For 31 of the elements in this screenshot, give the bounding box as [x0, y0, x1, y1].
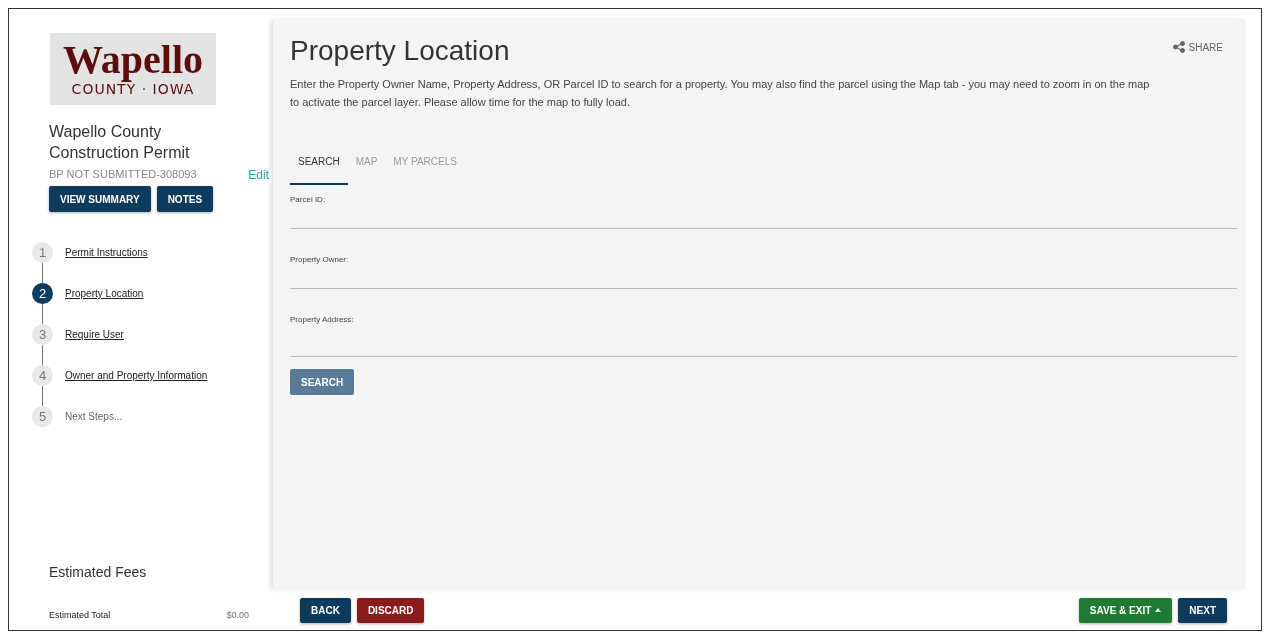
save-exit-button[interactable]: SAVE & EXIT: [1078, 597, 1173, 623]
logo-subtitle: COUNTY · IOWA: [71, 81, 195, 98]
sidebar-button[interactable]: NOTES: [156, 186, 214, 212]
footer-button[interactable]: BACK: [300, 597, 351, 623]
step-link[interactable]: Permit Instructions: [65, 247, 148, 258]
total-label: Estimated Total: [49, 610, 111, 620]
share-link[interactable]: SHARE: [1172, 41, 1223, 53]
tab[interactable]: SEARCH: [290, 147, 348, 185]
step-link[interactable]: Require User: [65, 329, 124, 340]
step-number: 5: [32, 406, 53, 427]
step-number: 4: [32, 365, 53, 386]
field-label: Parcel ID:: [290, 195, 327, 204]
total-value: $0.00: [226, 610, 249, 620]
step-number: 2: [32, 283, 53, 304]
step-number: 3: [32, 324, 53, 345]
caret-icon: [1155, 608, 1162, 612]
step-link[interactable]: Owner and Property Information: [65, 370, 208, 381]
logo-name: Wapello: [63, 40, 203, 80]
fees-title: Estimated Fees: [49, 564, 148, 580]
share-icon: [1172, 41, 1185, 53]
footer-button[interactable]: NEXT: [1178, 597, 1227, 623]
sidebar-button[interactable]: VIEW SUMMARY: [49, 186, 151, 212]
field-label: Property Owner:: [290, 255, 350, 264]
footer-button[interactable]: DISCARD: [356, 597, 425, 623]
step-link[interactable]: Property Location: [65, 288, 144, 299]
permit-title: Wapello County Construction Permit: [49, 122, 191, 163]
instructions-text: Enter the Property Owner Name, Property Address, OR Parcel ID to search for a property. You may also find the parcel using the Map tab - you may need to zoom in on the map to activate the parcel layer. Please allow time for the map to fully load.: [290, 77, 1151, 110]
step-number: 1: [32, 242, 53, 263]
field-label: Property Address:: [290, 315, 355, 324]
permit-status: BP NOT SUBMITTED-308093: [49, 168, 197, 182]
page-title: Property Location: [290, 35, 510, 67]
